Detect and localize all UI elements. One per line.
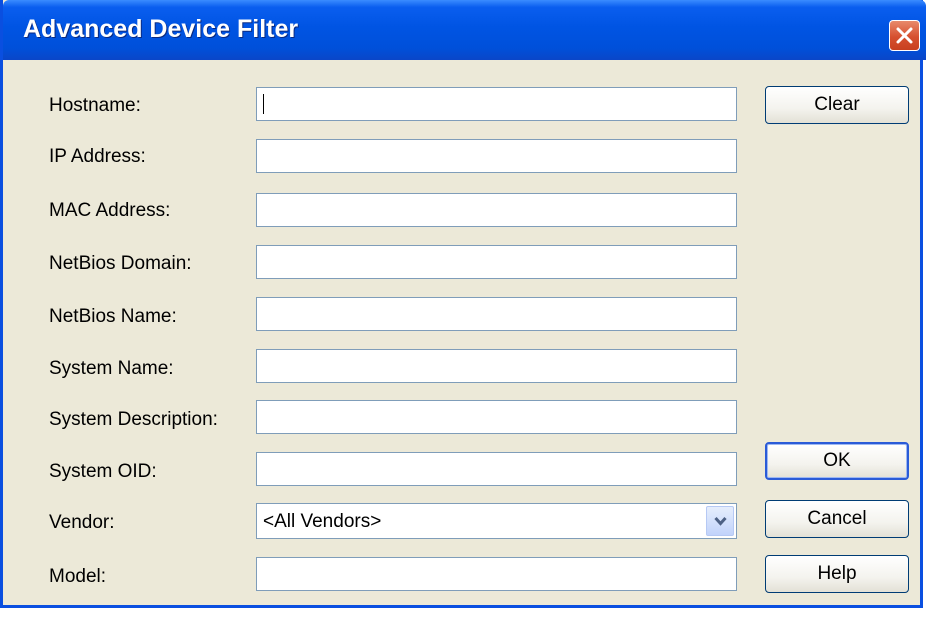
system-oid-input[interactable] [256, 452, 737, 486]
dialog-window: Advanced Device Filter Hostname: IP Addr… [0, 0, 926, 608]
vendor-dropdown-button[interactable] [706, 506, 734, 536]
model-input[interactable] [256, 557, 737, 591]
ip-address-input[interactable] [256, 139, 737, 173]
system-description-input[interactable] [256, 400, 737, 434]
text-caret [263, 94, 264, 114]
vendor-select[interactable]: <All Vendors> [256, 503, 737, 539]
vendor-selected-value: <All Vendors> [263, 511, 382, 532]
ip-address-label: IP Address: [49, 146, 146, 167]
close-x-icon [896, 27, 913, 44]
model-label: Model: [49, 566, 107, 587]
window-title: Advanced Device Filter [23, 15, 299, 43]
hostname-label: Hostname: [49, 95, 141, 116]
cancel-button[interactable]: Cancel [765, 500, 909, 538]
system-name-input[interactable] [256, 349, 737, 383]
title-bar[interactable]: Advanced Device Filter [3, 0, 926, 60]
clear-button[interactable]: Clear [765, 86, 909, 124]
netbios-domain-label: NetBios Domain: [49, 253, 192, 274]
hostname-input[interactable] [256, 87, 737, 121]
chevron-down-icon [714, 516, 727, 526]
help-button[interactable]: Help [765, 555, 909, 593]
netbios-name-input[interactable] [256, 297, 737, 331]
ok-button[interactable]: OK [765, 442, 909, 480]
close-button[interactable] [889, 20, 920, 51]
system-name-label: System Name: [49, 358, 174, 379]
system-oid-label: System OID: [49, 461, 157, 482]
mac-address-input[interactable] [256, 193, 737, 227]
netbios-domain-input[interactable] [256, 245, 737, 279]
vendor-label: Vendor: [49, 512, 115, 533]
mac-address-label: MAC Address: [49, 200, 171, 221]
netbios-name-label: NetBios Name: [49, 306, 177, 327]
system-description-label: System Description: [49, 409, 218, 430]
